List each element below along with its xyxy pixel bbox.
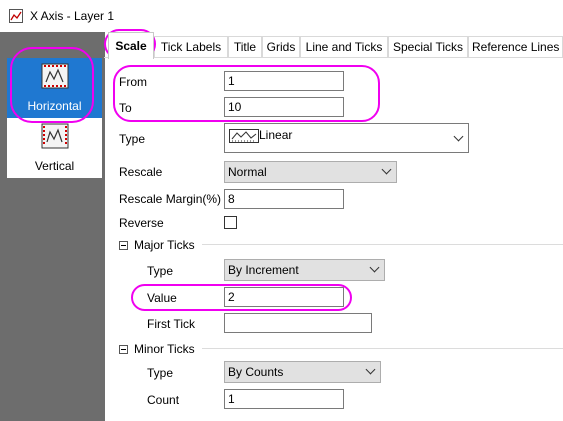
horizontal-axis-icon <box>41 63 69 89</box>
rescale-label: Rescale <box>119 165 163 179</box>
minor-type-label: Type <box>147 366 174 380</box>
count-field[interactable]: 1 <box>224 389 344 409</box>
first-tick-field[interactable] <box>224 313 372 333</box>
major-type-dropdown[interactable]: By Increment <box>224 259 385 281</box>
tab-scale[interactable]: Scale <box>108 32 154 59</box>
major-type-label: Type <box>147 264 174 278</box>
scale-type-value: Linear <box>259 128 293 142</box>
tab-bar: Scale Tick Labels Title Grids Line and T… <box>104 32 563 59</box>
tab-special-ticks[interactable]: Special Ticks <box>388 36 468 58</box>
minor-type-dropdown[interactable]: By Counts <box>224 361 381 383</box>
to-label: To <box>119 101 132 115</box>
to-field[interactable]: 10 <box>224 97 344 117</box>
rescale-margin-field[interactable]: 8 <box>224 189 344 209</box>
value-label: Value <box>147 291 177 305</box>
from-label: From <box>119 75 147 89</box>
reverse-label: Reverse <box>119 216 164 230</box>
vertical-axis-icon <box>41 123 69 149</box>
sidebar-item-label: Vertical <box>34 159 75 173</box>
rescale-value: Normal <box>228 165 267 179</box>
linear-scale-icon <box>229 129 259 143</box>
chevron-down-icon <box>453 131 464 142</box>
tab-grids[interactable]: Grids <box>262 36 300 58</box>
window-title: X Axis - Layer 1 <box>30 9 115 23</box>
from-field[interactable]: 1 <box>224 71 344 91</box>
scale-type-dropdown[interactable]: Linear <box>224 123 469 153</box>
minor-type-value: By Counts <box>228 365 284 379</box>
minor-ticks-header: Minor Ticks <box>134 342 195 356</box>
chevron-down-icon <box>369 262 380 273</box>
app-icon <box>9 9 23 23</box>
major-type-value: By Increment <box>228 263 299 277</box>
rescale-margin-label: Rescale Margin(%) <box>119 192 222 206</box>
tab-line-and-ticks[interactable]: Line and Ticks <box>300 36 388 58</box>
count-label: Count <box>147 393 180 407</box>
major-ticks-collapse-toggle[interactable] <box>119 241 128 250</box>
sidebar-item-horizontal[interactable]: Horizontal <box>7 58 102 118</box>
major-ticks-header: Major Ticks <box>134 238 195 252</box>
sidebar-item-vertical[interactable]: Vertical <box>7 118 102 178</box>
major-ticks-divider <box>202 244 563 245</box>
tab-tick-labels[interactable]: Tick Labels <box>154 36 228 58</box>
minor-ticks-collapse-toggle[interactable] <box>119 345 128 354</box>
title-bar: X Axis - Layer 1 <box>0 0 563 32</box>
tab-title[interactable]: Title <box>228 36 262 58</box>
first-tick-label: First Tick <box>147 317 195 331</box>
chevron-down-icon <box>365 364 376 375</box>
type-label: Type <box>119 132 146 146</box>
minor-ticks-divider <box>202 348 563 349</box>
value-field[interactable]: 2 <box>224 287 344 307</box>
sidebar-item-label: Horizontal <box>27 99 82 113</box>
tab-reference-lines[interactable]: Reference Lines <box>468 36 563 58</box>
reverse-checkbox[interactable] <box>224 216 237 229</box>
tab-divider <box>104 57 563 58</box>
chevron-down-icon <box>381 164 392 175</box>
rescale-dropdown[interactable]: Normal <box>224 161 397 183</box>
